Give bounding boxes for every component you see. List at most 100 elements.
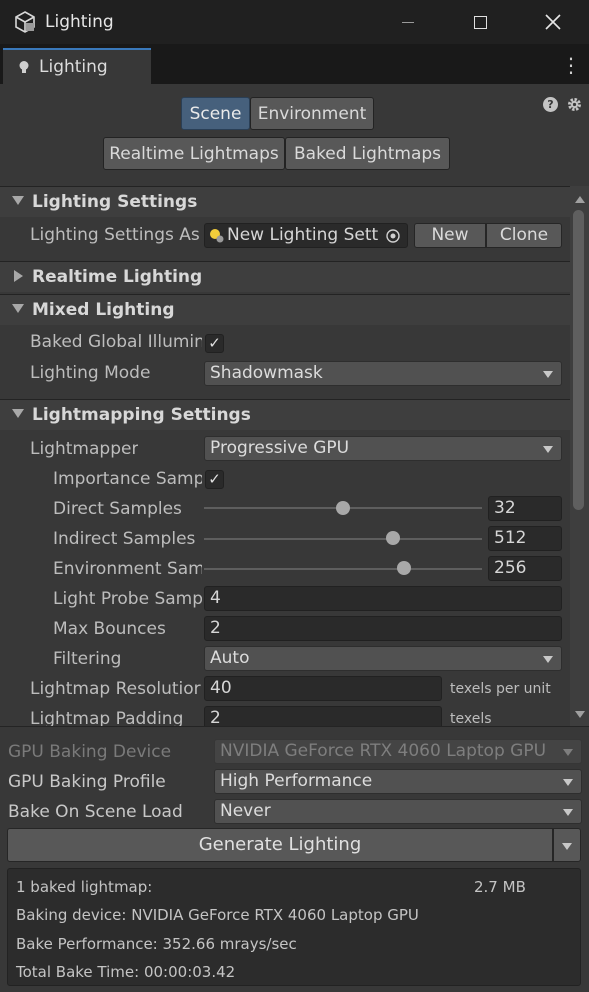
direct-samples-label: Direct Samples [53,499,182,519]
light-probe-samples-field[interactable]: 4 [204,586,562,611]
max-bounces-label: Max Bounces [53,619,166,639]
tab-baked-lightmaps[interactable]: Baked Lightmaps [285,137,450,170]
scroll-down-arrow-icon[interactable] [575,711,585,718]
stats-lightmap-size: 2.7 MB [474,878,526,896]
baked-gi-label: Baked Global Illumin [30,332,202,352]
expand-arrow-icon [12,304,24,313]
lightmap-padding-field[interactable]: 2 [204,706,442,726]
scroll-up-arrow-icon[interactable] [575,196,585,203]
expand-arrow-icon [12,196,24,205]
unity-logo-icon [15,11,35,33]
dropdown-value: NVIDIA GeForce RTX 4060 Laptop GPU [220,741,547,761]
light-probe-samples-label: Light Probe Samp [53,589,202,609]
minimize-button[interactable] [372,0,444,44]
dropdown-value: Shadowmask [210,363,323,383]
section-title: Lightmapping Settings [32,405,251,425]
stats-bake-performance: Bake Performance: 352.66 mrays/sec [16,935,297,953]
lighting-settings-asset-label: Lighting Settings As [30,225,200,245]
padding-unit-label: texels [450,711,492,726]
chevron-down-icon [562,843,572,850]
object-picker-icon[interactable] [386,229,400,243]
section-title: Lighting Settings [32,192,198,212]
direct-samples-slider-knob[interactable] [336,501,350,515]
bake-stats-panel: 1 baked lightmap: 2.7 MB Baking device: … [7,868,581,986]
tab-bar: Lighting [0,44,589,84]
vertical-scrollbar[interactable] [570,186,589,726]
environment-samples-slider-knob[interactable] [397,561,412,575]
minimize-icon [402,21,414,23]
chevron-down-icon [563,749,573,756]
close-button[interactable] [516,0,589,44]
gear-icon[interactable] [566,96,583,113]
expand-arrow-icon [12,409,24,418]
tab-scene[interactable]: Scene [181,97,250,130]
indirect-samples-label: Indirect Samples [53,529,196,549]
chevron-down-icon [543,446,553,453]
chevron-down-icon [543,371,553,378]
section-title: Mixed Lighting [32,300,175,320]
section-realtime-lighting[interactable]: Realtime Lighting [0,261,570,292]
stats-lightmap-count: 1 baked lightmap: [16,878,153,896]
resolution-unit-label: texels per unit [450,681,551,697]
dropdown-value: Progressive GPU [210,438,350,458]
maximize-icon [473,15,487,29]
new-button[interactable]: New [414,223,486,248]
clone-button[interactable]: Clone [486,223,562,248]
direct-samples-field[interactable]: 32 [488,496,562,521]
environment-samples-label: Environment Sam [53,559,202,579]
tab-realtime-lightmaps[interactable]: Realtime Lightmaps [103,137,285,170]
section-lightmapping-settings[interactable]: Lightmapping Settings [0,399,570,430]
generate-lighting-button[interactable]: Generate Lighting [7,828,553,862]
lighting-mode-dropdown[interactable]: Shadowmask [204,361,562,386]
settings-panel: Lighting Settings Lighting Settings As N… [0,186,570,726]
lighting-settings-asset-field[interactable]: New Lighting Sett [204,223,408,248]
filtering-dropdown[interactable]: Auto [204,646,562,671]
section-title: Realtime Lighting [32,267,203,287]
filtering-label: Filtering [53,649,122,669]
environment-samples-slider[interactable] [204,568,482,570]
stats-bake-time: Total Bake Time: 00:00:03.42 [16,963,236,981]
collapse-arrow-icon [14,270,23,282]
lightmap-padding-label: Lightmap Padding [30,709,184,726]
lighting-window: Lighting Lighting ⋮ Scene Environment ? … [0,0,589,992]
gpu-baking-profile-dropdown[interactable]: High Performance [214,769,582,794]
more-options-icon[interactable]: ⋮ [561,54,581,76]
section-mixed-lighting[interactable]: Mixed Lighting [0,294,570,325]
indirect-samples-field[interactable]: 512 [488,526,562,551]
tab-label: Lighting [39,57,108,77]
lighting-asset-name: New Lighting Sett [227,225,379,245]
maximize-button[interactable] [444,0,516,44]
importance-sampling-checkbox[interactable]: ✓ [205,470,224,489]
baked-gi-checkbox[interactable]: ✓ [205,334,224,353]
bake-on-scene-load-label: Bake On Scene Load [8,802,183,822]
gpu-baking-device-label: GPU Baking Device [8,742,172,762]
dropdown-value: Auto [210,648,250,668]
scroll-thumb[interactable] [573,210,584,510]
chevron-down-icon [563,809,573,816]
stats-baking-device: Baking device: NVIDIA GeForce RTX 4060 L… [16,906,419,924]
tab-environment[interactable]: Environment [250,97,374,130]
bulb-icon [19,61,29,73]
tab-lighting[interactable]: Lighting [3,48,151,84]
max-bounces-field[interactable]: 2 [204,616,562,641]
chevron-down-icon [563,779,573,786]
title-bar[interactable]: Lighting [0,0,589,44]
importance-sampling-label: Importance Samp [53,469,202,489]
close-icon [544,14,561,30]
lightmap-resolution-field[interactable]: 40 [204,676,442,701]
indirect-samples-slider[interactable] [204,538,482,540]
window-title: Lighting [45,12,114,32]
lightmapper-dropdown[interactable]: Progressive GPU [204,436,562,461]
indirect-samples-slider-knob[interactable] [386,531,401,545]
generate-lighting-options-button[interactable] [553,828,581,862]
dropdown-value: High Performance [220,771,373,791]
gpu-baking-device-dropdown: NVIDIA GeForce RTX 4060 Laptop GPU [214,739,582,764]
lightmapper-label: Lightmapper [30,439,139,459]
environment-samples-field[interactable]: 256 [488,556,562,581]
lighting-mode-label: Lighting Mode [30,363,151,383]
lightmap-resolution-label: Lightmap Resolutior [30,679,201,699]
chevron-down-icon [543,656,553,663]
section-lighting-settings[interactable]: Lighting Settings [0,186,570,217]
help-icon[interactable]: ? [543,97,558,112]
bake-on-scene-load-dropdown[interactable]: Never [214,799,582,824]
